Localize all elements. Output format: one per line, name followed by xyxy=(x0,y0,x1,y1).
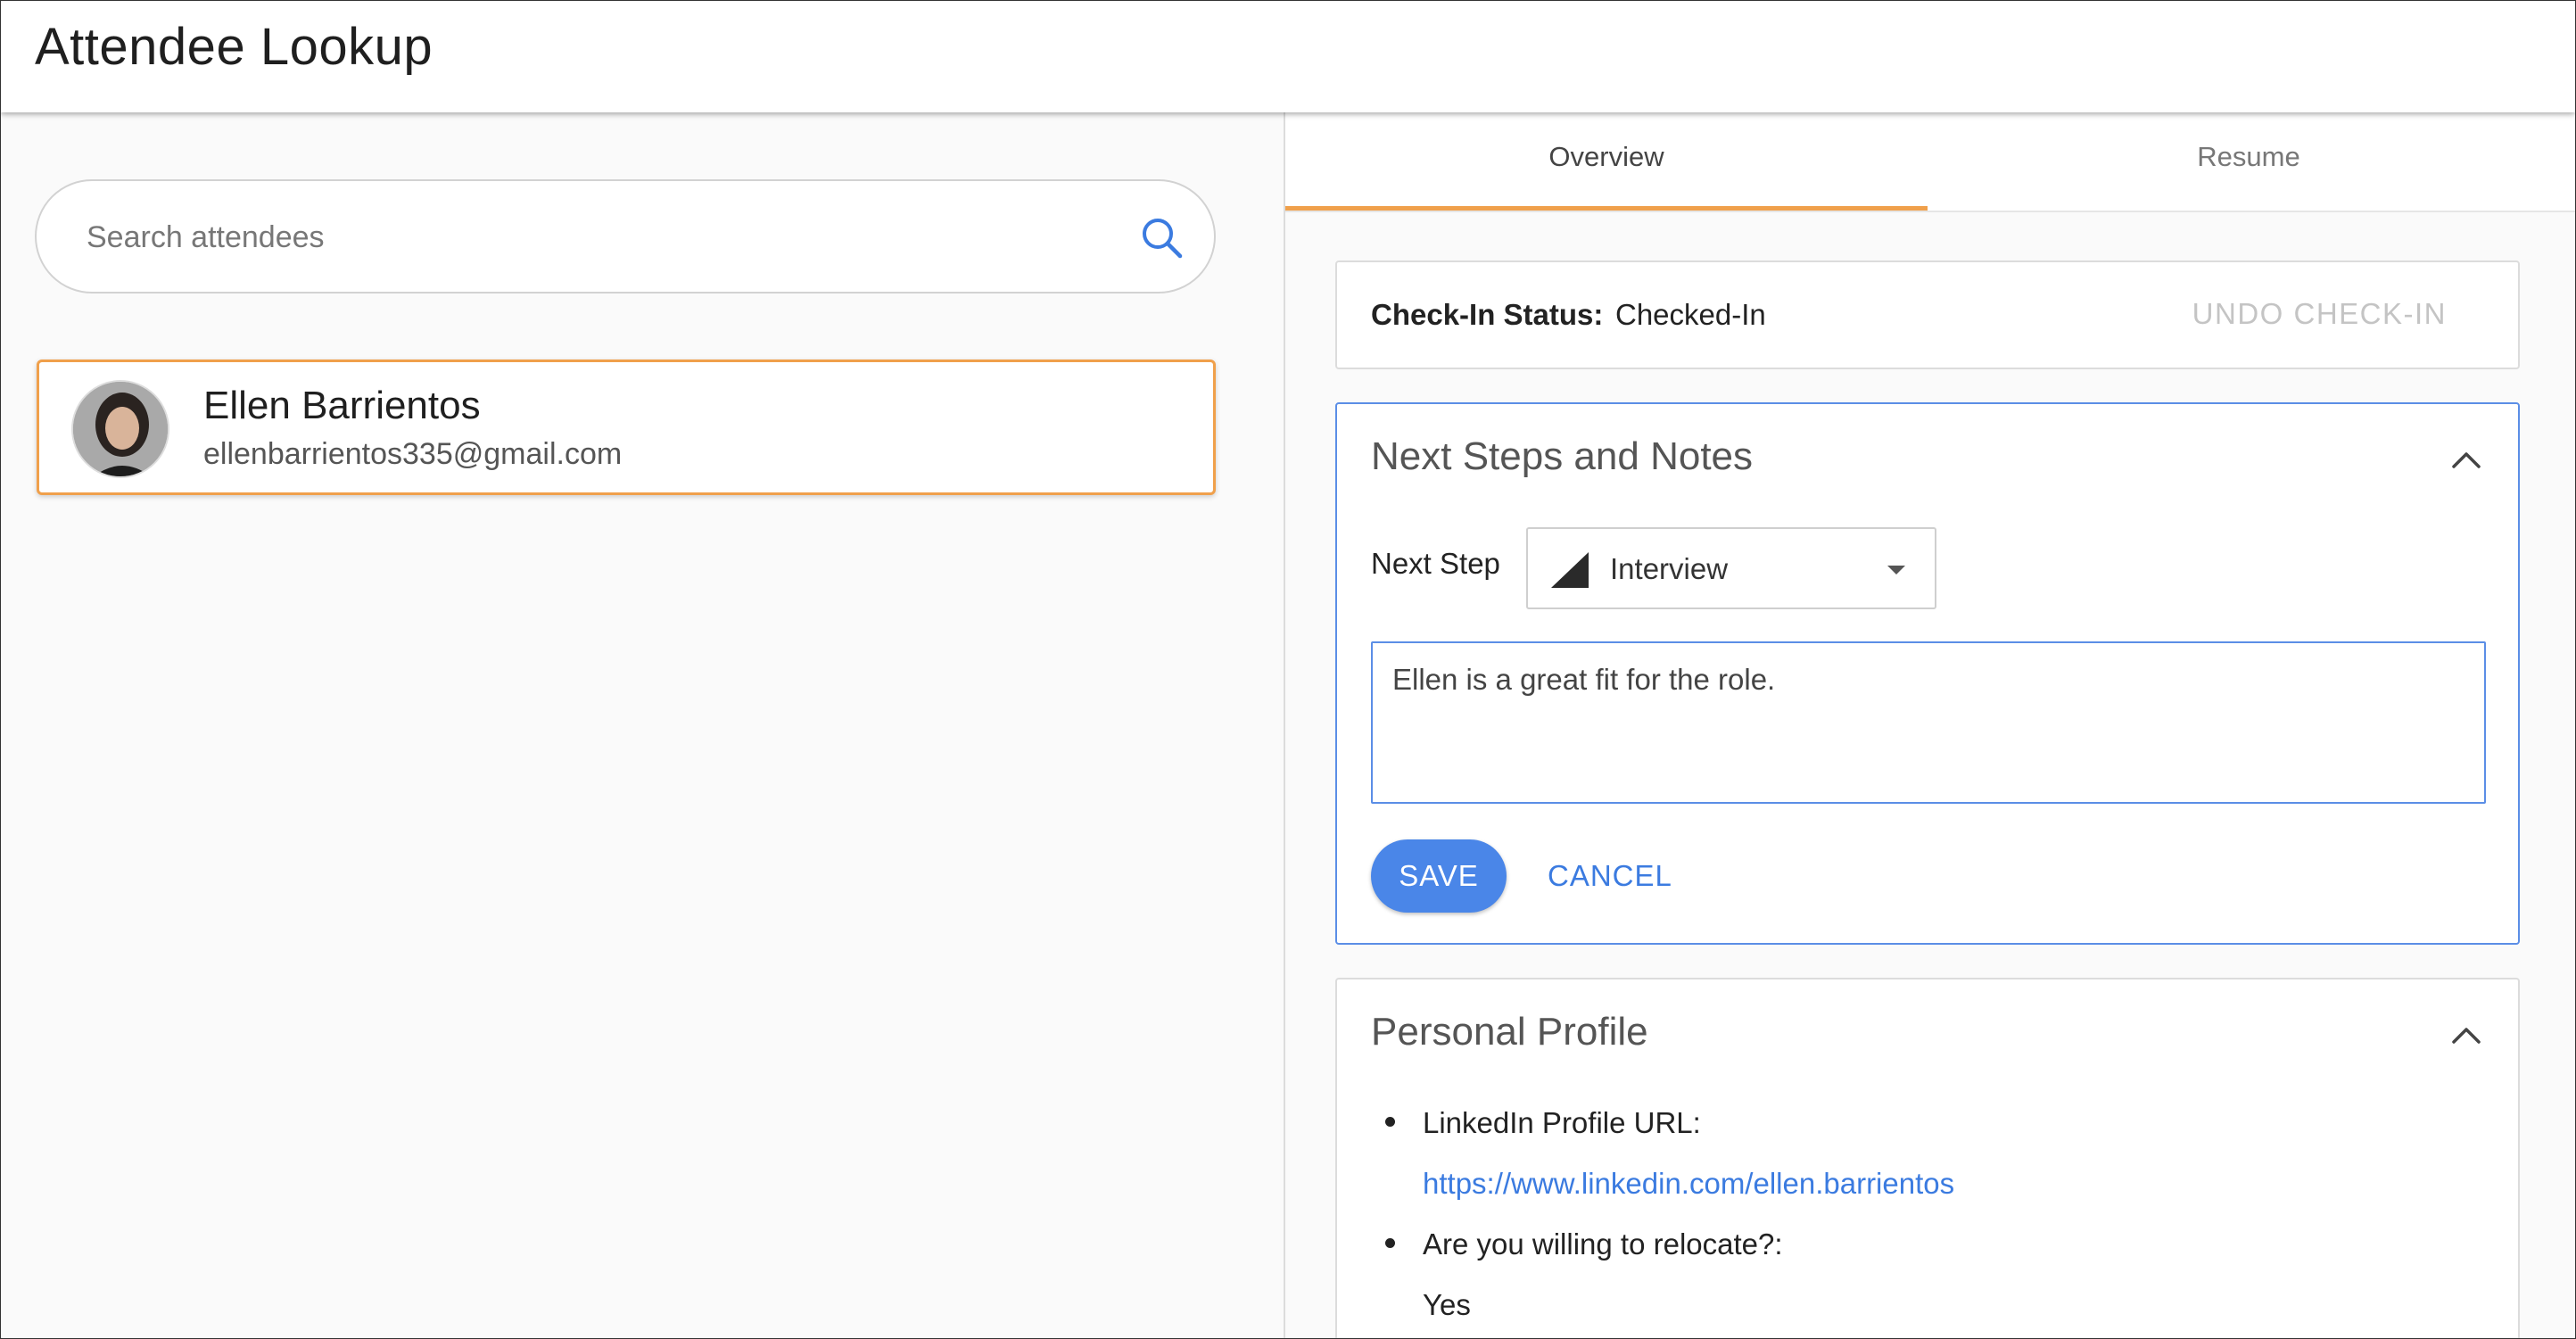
checkin-status-value: Checked-In xyxy=(1615,298,1766,331)
search-icon[interactable] xyxy=(1137,213,1187,263)
attendee-email: ellenbarrientos335@gmail.com xyxy=(203,437,623,471)
attendee-name: Ellen Barrientos xyxy=(203,384,481,427)
profile-question: LinkedIn Profile URL: xyxy=(1423,1106,1701,1139)
attendee-card-selected[interactable]: Ellen Barrientos ellenbarrientos335@gmai… xyxy=(37,360,1216,495)
app-window: Attendee Lookup Ellen Barrientos ellenba… xyxy=(0,0,2576,1339)
profile-list: LinkedIn Profile URL: https://www.linked… xyxy=(1371,1103,2493,1338)
checkin-status-card: Check-In Status: Checked-In UNDO CHECK-I… xyxy=(1335,260,2520,369)
detail-tabs: Overview Resume xyxy=(1285,112,2575,212)
profile-item: LinkedIn Profile URL: https://www.linked… xyxy=(1385,1103,2493,1204)
attendee-list-pane: Ellen Barrientos ellenbarrientos335@gmai… xyxy=(1,112,1284,1338)
next-steps-card: Next Steps and Notes Next Step Interview… xyxy=(1335,402,2520,945)
save-button[interactable]: SAVE xyxy=(1371,839,1507,913)
avatar-photo xyxy=(73,382,168,476)
avatar xyxy=(71,380,169,478)
top-bar: Attendee Lookup xyxy=(1,1,2575,112)
attendee-detail-pane: Overview Resume Check-In Status: Checked… xyxy=(1285,112,2575,1338)
profile-question: Are you willing to relocate?: xyxy=(1423,1227,1783,1260)
personal-profile-card: Personal Profile LinkedIn Profile URL: h… xyxy=(1335,978,2520,1338)
search-box[interactable] xyxy=(35,179,1216,293)
next-step-value: Interview xyxy=(1610,552,1729,585)
chevron-up-icon[interactable] xyxy=(2448,1017,2484,1053)
tab-overview[interactable]: Overview xyxy=(1285,112,1928,211)
next-step-select[interactable]: Interview xyxy=(1526,527,1936,609)
tab-resume[interactable]: Resume xyxy=(1928,112,2570,209)
next-steps-title: Next Steps and Notes xyxy=(1371,434,1754,478)
chevron-up-icon[interactable] xyxy=(2448,442,2484,477)
profile-answer: Yes xyxy=(1423,1288,1471,1321)
profile-item: Are you willing to relocate?: Yes xyxy=(1385,1224,2493,1326)
personal-profile-title: Personal Profile xyxy=(1371,1010,1648,1054)
page-title: Attendee Lookup xyxy=(35,18,433,76)
undo-checkin-button[interactable]: UNDO CHECK-IN xyxy=(2187,296,2452,332)
checkin-status-label: Check-In Status: xyxy=(1371,298,1604,331)
next-step-label: Next Step xyxy=(1371,547,1500,580)
caret-down-icon xyxy=(1887,566,1905,574)
linkedin-link[interactable]: https://www.linkedin.com/ellen.barriento… xyxy=(1423,1167,1954,1200)
signal-triangle-icon xyxy=(1551,552,1589,588)
search-input[interactable] xyxy=(85,208,1087,267)
notes-textarea[interactable]: Ellen is a great fit for the role. xyxy=(1371,641,2486,804)
cancel-button[interactable]: CANCEL xyxy=(1533,845,1687,907)
